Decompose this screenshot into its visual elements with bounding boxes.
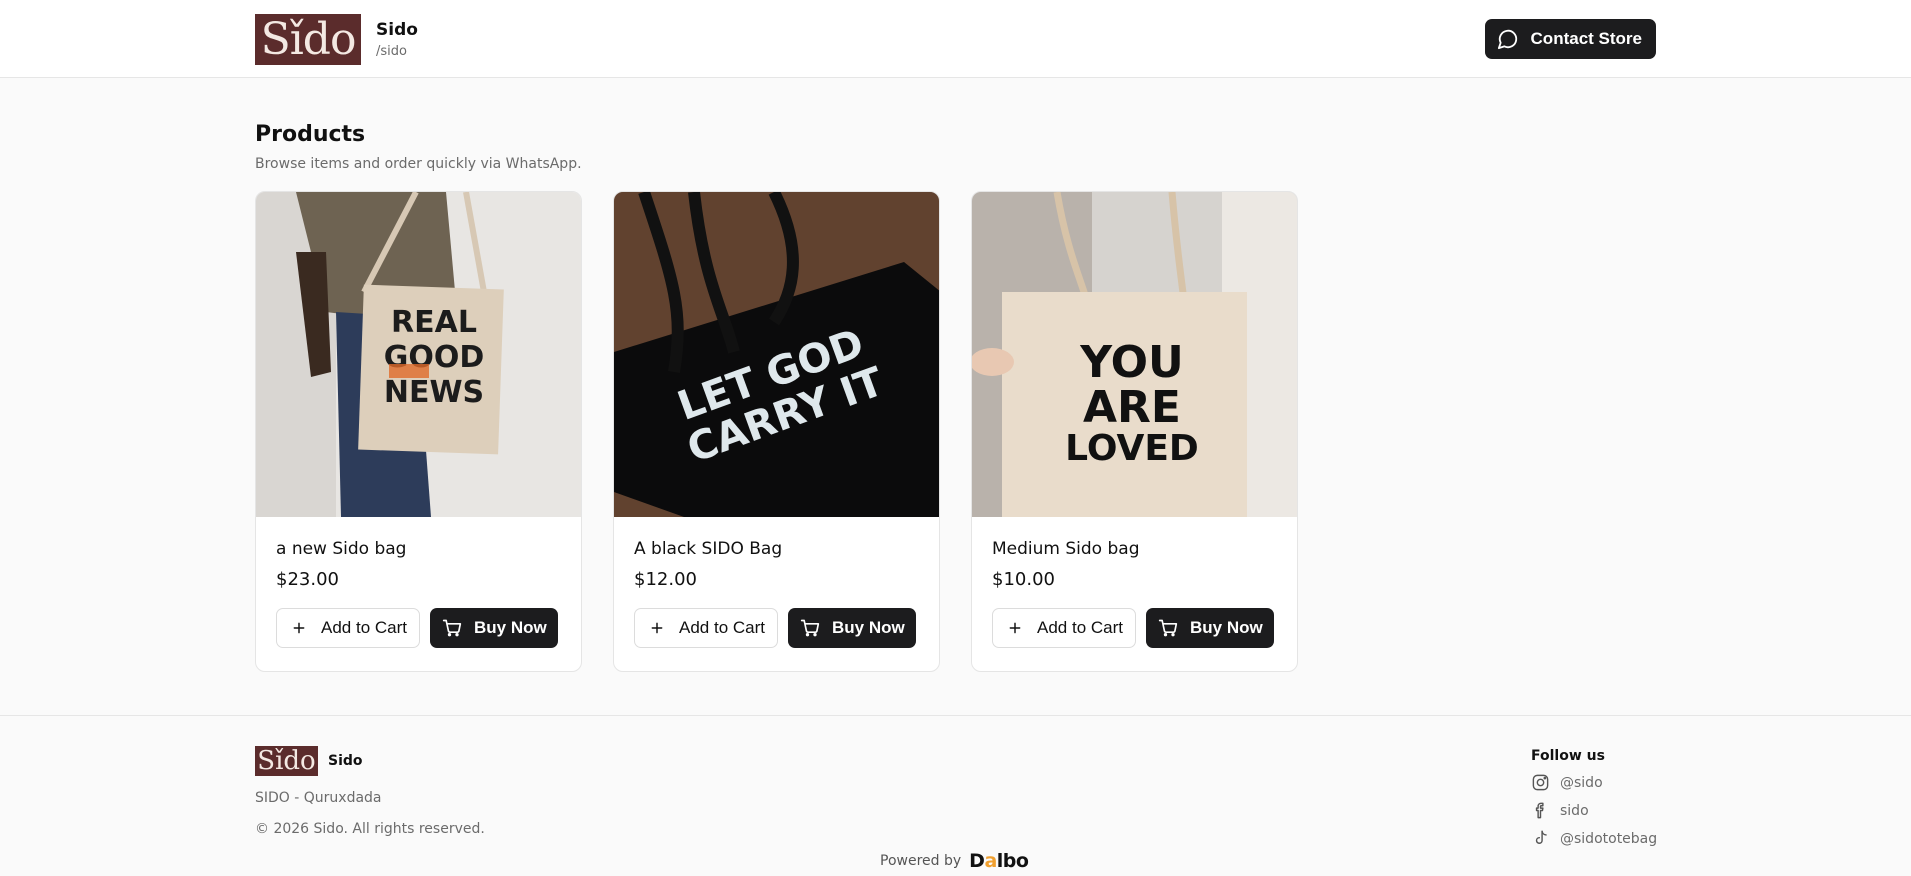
product-price: $12.00 [634, 569, 697, 590]
product-name[interactable]: Medium Sido bag [992, 539, 1289, 559]
section-title: Products [255, 122, 366, 147]
store-slug: /sido [376, 43, 407, 59]
social-label: @sido [1560, 774, 1603, 791]
plus-icon [1009, 622, 1021, 634]
product-price: $23.00 [276, 569, 339, 590]
social-label: @sidototebag [1560, 830, 1658, 847]
add-to-cart-button[interactable]: Add to Cart [992, 608, 1136, 648]
add-to-cart-button[interactable]: Add to Cart [634, 608, 778, 648]
product-image[interactable]: YOU ARE LOVED [972, 192, 1297, 517]
tiktok-icon [1535, 830, 1547, 844]
product-grid: REAL GOOD NEWS a new Sido bag $23.00 Add… [255, 191, 1655, 672]
product-card: REAL GOOD NEWS a new Sido bag $23.00 Add… [255, 191, 582, 672]
buy-now-button[interactable]: Buy Now [430, 608, 558, 648]
add-to-cart-label: Add to Cart [679, 618, 765, 637]
image-text-line: NEWS [384, 375, 484, 410]
contact-store-button[interactable]: Contact Store [1484, 19, 1656, 59]
instagram-icon [1532, 774, 1549, 791]
product-image[interactable]: REAL GOOD NEWS [256, 192, 581, 517]
contact-store-label: Contact Store [1530, 29, 1642, 48]
social-label: sido [1560, 802, 1589, 819]
social-link-tiktok[interactable]: @sidototebag [1531, 829, 1657, 848]
top-header: Sǐdo Sido /sido Contact Store [0, 0, 1911, 78]
cart-icon [800, 619, 820, 637]
buy-now-label: Buy Now [1190, 618, 1263, 637]
buy-now-label: Buy Now [474, 618, 547, 637]
store-brand[interactable]: Sǐdo Sido /sido [255, 13, 418, 65]
footer-tagline: SIDO - Quruxdada [255, 790, 382, 806]
social-link-instagram[interactable]: @sido [1531, 773, 1657, 792]
add-to-cart-label: Add to Cart [321, 618, 407, 637]
powered-by-label: Powered by [880, 853, 962, 869]
image-text-line: ARE [1083, 382, 1181, 433]
facebook-icon [1535, 802, 1544, 819]
follow-us: Follow us @sido sido @sidototebag [1531, 748, 1657, 848]
site-footer: Sǐdo Sido SIDO - Quruxdada © 2026 Sido. … [0, 715, 1911, 876]
cart-icon [1158, 619, 1178, 637]
buy-now-label: Buy Now [832, 618, 905, 637]
product-card: LET GOD CARRY IT A black SIDO Bag $12.00… [613, 191, 940, 672]
powered-by[interactable]: Powered by Dalbo [880, 850, 1029, 872]
footer-copyright: © 2026 Sido. All rights reserved. [255, 821, 485, 837]
store-name: Sido [376, 19, 418, 40]
image-text-line: YOU [1079, 337, 1183, 388]
image-text-line: REAL [391, 305, 477, 340]
add-to-cart-label: Add to Cart [1037, 618, 1123, 637]
product-image[interactable]: LET GOD CARRY IT [614, 192, 939, 517]
footer-store-name: Sido [328, 753, 363, 769]
add-to-cart-button[interactable]: Add to Cart [276, 608, 420, 648]
plus-icon [651, 622, 663, 634]
dalbo-logo: Dalbo [969, 850, 1029, 872]
product-name[interactable]: a new Sido bag [276, 539, 573, 559]
image-text-line: LOVED [1065, 428, 1199, 469]
social-link-facebook[interactable]: sido [1531, 801, 1657, 820]
plus-icon [293, 622, 305, 634]
products-section: Products Browse items and order quickly … [255, 122, 1655, 672]
cart-icon [442, 619, 462, 637]
product-price: $10.00 [992, 569, 1055, 590]
product-name[interactable]: A black SIDO Bag [634, 539, 931, 559]
chat-bubble-icon [1497, 29, 1517, 50]
buy-now-button[interactable]: Buy Now [1146, 608, 1274, 648]
section-subtitle: Browse items and order quickly via Whats… [255, 156, 582, 172]
buy-now-button[interactable]: Buy Now [788, 608, 916, 648]
footer-logo: Sǐdo [255, 746, 318, 776]
follow-us-title: Follow us [1531, 748, 1605, 764]
product-card: YOU ARE LOVED Medium Sido bag $10.00 Add… [971, 191, 1298, 672]
store-logo: Sǐdo [255, 13, 361, 65]
